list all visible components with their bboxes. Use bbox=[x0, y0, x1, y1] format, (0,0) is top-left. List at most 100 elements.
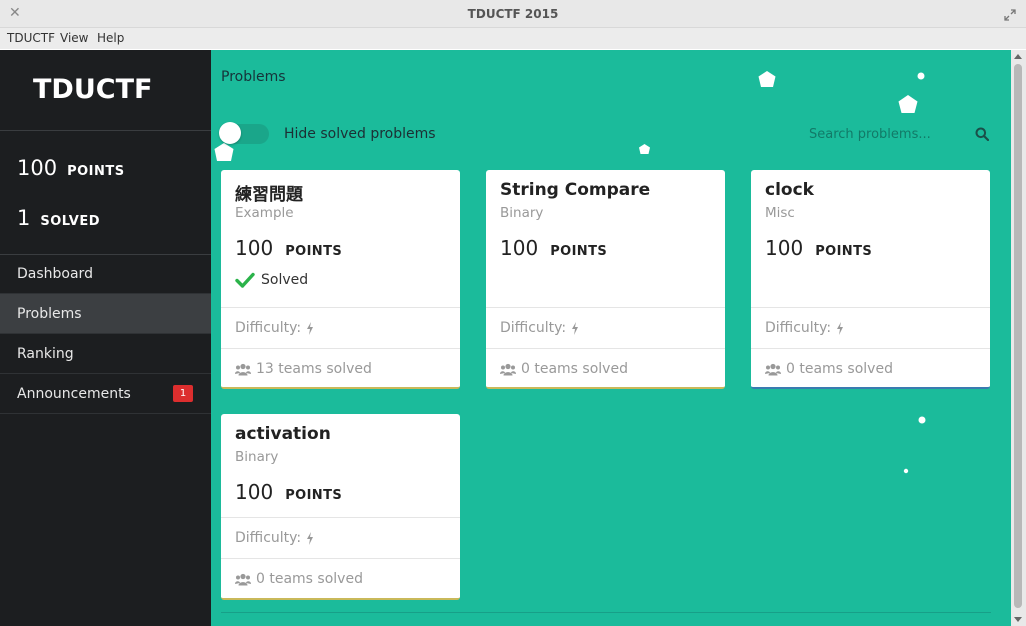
brand-logo[interactable]: TDUCTF bbox=[33, 74, 152, 105]
solved-unit: SOLVED bbox=[40, 214, 101, 229]
problem-points: 100 POINTS bbox=[235, 236, 342, 260]
decorative-shape bbox=[639, 144, 650, 154]
divider bbox=[486, 348, 725, 349]
divider bbox=[221, 307, 460, 308]
difficulty-label: Difficulty: bbox=[235, 530, 302, 546]
nav-label: Dashboard bbox=[17, 266, 93, 282]
problem-category: Misc bbox=[765, 205, 795, 221]
decorative-shape bbox=[917, 72, 925, 80]
page-title: Problems bbox=[221, 69, 286, 85]
nav-dashboard[interactable]: Dashboard bbox=[0, 254, 211, 294]
difficulty: Difficulty: bbox=[500, 320, 579, 336]
points-unit: POINTS bbox=[285, 244, 343, 259]
vertical-scrollbar[interactable] bbox=[1011, 50, 1026, 626]
points-value: 100 bbox=[17, 156, 58, 180]
decorative-shape bbox=[903, 468, 909, 474]
problem-name: 練習問題 bbox=[235, 185, 303, 205]
window-titlebar: ✕ TDUCTF 2015 bbox=[0, 0, 1026, 28]
points-stat: 100 POINTS bbox=[17, 156, 125, 180]
menu-bar: TDUCTF View Help bbox=[0, 28, 1026, 49]
problem-card[interactable]: String Compare Binary 100 POINTS Difficu… bbox=[486, 170, 725, 389]
divider bbox=[221, 612, 991, 613]
divider bbox=[221, 517, 460, 518]
difficulty-label: Difficulty: bbox=[765, 320, 832, 336]
divider bbox=[221, 348, 460, 349]
scroll-up-icon[interactable] bbox=[1014, 54, 1022, 59]
check-icon bbox=[235, 272, 255, 288]
difficulty: Difficulty: bbox=[235, 320, 314, 336]
problem-category: Binary bbox=[235, 449, 279, 465]
points-value: 100 bbox=[235, 480, 274, 504]
hide-solved-toggle[interactable] bbox=[219, 122, 269, 144]
solved-stat: 1 SOLVED bbox=[17, 206, 100, 230]
nav-ranking[interactable]: Ranking bbox=[0, 334, 211, 374]
teams-solved: 0 teams solved bbox=[500, 361, 628, 377]
nav-announcements[interactable]: Announcements 1 bbox=[0, 374, 211, 414]
window-title: TDUCTF 2015 bbox=[467, 7, 559, 21]
difficulty-label: Difficulty: bbox=[235, 320, 302, 336]
nav-label: Problems bbox=[17, 306, 82, 322]
bolt-icon bbox=[307, 321, 314, 335]
search-icon[interactable] bbox=[975, 126, 990, 145]
points-value: 100 bbox=[500, 236, 539, 260]
menu-tductf[interactable]: TDUCTF bbox=[7, 31, 55, 45]
bolt-icon bbox=[837, 321, 844, 335]
bolt-icon bbox=[307, 531, 314, 545]
divider bbox=[751, 307, 990, 308]
scrollbar-thumb[interactable] bbox=[1014, 64, 1022, 608]
users-icon bbox=[235, 363, 251, 375]
search-box bbox=[809, 122, 991, 146]
problem-category: Example bbox=[235, 205, 294, 221]
toggle-knob[interactable] bbox=[219, 122, 241, 144]
nav-problems[interactable]: Problems bbox=[0, 294, 211, 334]
teams-solved: 0 teams solved bbox=[765, 361, 893, 377]
problem-name: String Compare bbox=[500, 180, 651, 200]
teams-solved-count: 13 teams solved bbox=[256, 361, 372, 377]
divider bbox=[486, 307, 725, 308]
main-content: Problems Hide solved problems 練習問題 Examp… bbox=[211, 50, 1011, 626]
solved-status: Solved bbox=[235, 272, 308, 288]
teams-solved-count: 0 teams solved bbox=[256, 571, 363, 587]
solved-label: Solved bbox=[261, 272, 309, 288]
teams-solved: 13 teams solved bbox=[235, 361, 372, 377]
decorative-shape bbox=[918, 416, 926, 424]
maximize-icon[interactable] bbox=[1004, 6, 1016, 25]
problem-card[interactable]: clock Misc 100 POINTS Difficulty: 0 team… bbox=[751, 170, 990, 389]
divider bbox=[751, 348, 990, 349]
difficulty-label: Difficulty: bbox=[500, 320, 567, 336]
problem-card[interactable]: 練習問題 Example 100 POINTS Solved Difficult… bbox=[221, 170, 460, 389]
problem-name: activation bbox=[235, 424, 331, 444]
points-value: 100 bbox=[765, 236, 804, 260]
nav-label: Announcements bbox=[17, 386, 131, 402]
users-icon bbox=[500, 363, 516, 375]
hide-solved-label[interactable]: Hide solved problems bbox=[284, 126, 436, 142]
scroll-down-icon[interactable] bbox=[1014, 617, 1022, 622]
problem-points: 100 POINTS bbox=[500, 236, 607, 260]
menu-view[interactable]: View bbox=[60, 31, 88, 45]
users-icon bbox=[765, 363, 781, 375]
announcements-badge: 1 bbox=[173, 385, 193, 402]
decorative-shape bbox=[898, 95, 918, 113]
points-unit: POINTS bbox=[815, 244, 873, 259]
difficulty: Difficulty: bbox=[235, 530, 314, 546]
problem-points: 100 POINTS bbox=[765, 236, 872, 260]
menu-help[interactable]: Help bbox=[97, 31, 124, 45]
divider bbox=[0, 130, 211, 131]
teams-solved: 0 teams solved bbox=[235, 571, 363, 587]
sidebar: TDUCTF 100 POINTS 1 SOLVED Dashboard Pro… bbox=[0, 50, 211, 626]
points-unit: POINTS bbox=[550, 244, 608, 259]
problem-category: Binary bbox=[500, 205, 544, 221]
solved-value: 1 bbox=[17, 206, 31, 230]
nav-label: Ranking bbox=[17, 346, 74, 362]
users-icon bbox=[235, 573, 251, 585]
points-unit: POINTS bbox=[285, 488, 343, 503]
decorative-shape bbox=[214, 143, 234, 161]
divider bbox=[221, 558, 460, 559]
problem-points: 100 POINTS bbox=[235, 480, 342, 504]
bolt-icon bbox=[572, 321, 579, 335]
problem-card[interactable]: activation Binary 100 POINTS Difficulty:… bbox=[221, 414, 460, 600]
teams-solved-count: 0 teams solved bbox=[521, 361, 628, 377]
decorative-shape bbox=[758, 71, 776, 87]
problem-name: clock bbox=[765, 180, 814, 200]
search-input[interactable] bbox=[809, 122, 969, 146]
